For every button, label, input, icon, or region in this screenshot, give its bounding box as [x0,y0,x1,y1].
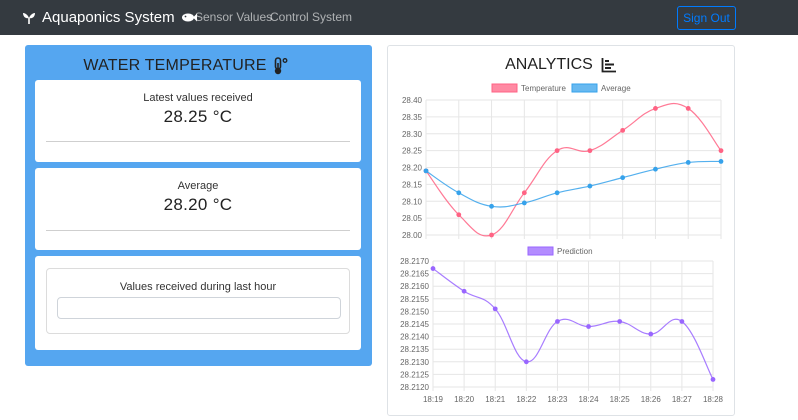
legend-label: Average [601,84,631,93]
y-tick-label: 28.40 [402,96,423,105]
last-hour-inner-card: Values received during last hour [46,268,350,334]
y-tick-label: 28.2120 [400,383,429,392]
divider [46,141,350,142]
legend-label: Temperature [521,84,566,93]
data-point [617,319,623,324]
latest-value-card: Latest values received 28.25 °C [35,80,361,162]
x-tick-label: 18:22 [516,395,537,404]
x-tick-label: 18:21 [485,395,506,404]
y-tick-label: 28.15 [402,180,423,189]
data-point [587,183,593,189]
y-tick-label: 28.10 [402,197,423,206]
y-tick-label: 28.35 [402,113,423,122]
data-point [489,203,494,209]
navbar: Aquaponics System Sensor Values Control … [0,0,798,35]
y-tick-label: 28.2135 [400,345,429,354]
last-hour-label: Values received during last hour [119,281,277,293]
analytics-title-text: ANALYTICS [505,56,593,73]
series-line [425,102,722,237]
x-tick-label: 18:23 [547,395,568,404]
y-tick-label: 28.30 [402,130,423,139]
data-point [555,319,560,324]
data-point [456,190,462,196]
sign-out-button[interactable]: Sign Out [677,6,736,30]
data-point [718,148,724,154]
data-point [554,148,560,154]
y-tick-label: 28.00 [402,231,423,240]
data-point [423,168,429,174]
data-point [685,160,691,165]
data-point [521,190,527,196]
data-point [461,288,467,294]
y-tick-label: 28.2150 [400,307,429,316]
legend-swatch [491,83,518,93]
data-point [710,377,716,382]
average-label: Average [177,180,219,192]
nav-link-sensor-values[interactable]: Sensor Values [195,0,272,35]
legend-swatch [571,83,598,93]
x-tick-label: 18:24 [579,395,600,404]
nav-link-control-system[interactable]: Control System [270,0,352,35]
y-tick-label: 28.25 [402,147,423,156]
data-point [521,200,527,206]
data-point [620,127,626,133]
legend-swatch [527,246,554,256]
y-tick-label: 28.2170 [400,257,429,266]
y-tick-label: 28.05 [402,214,423,223]
data-point [554,190,560,196]
brand[interactable]: Aquaponics System [22,0,203,35]
y-tick-label: 28.2125 [400,370,429,379]
divider [46,230,350,231]
thermometer-icon [274,57,288,75]
y-tick-label: 28.2130 [400,358,429,367]
data-point [430,266,436,271]
data-point [679,319,685,324]
legend-label: Prediction [557,247,593,256]
y-tick-label: 28.2160 [400,282,429,291]
temperature-average-chart: Temperature Average 28.40 28.35 28.30 28.25 28… [402,83,724,240]
prediction-chart: Prediction 28.2170 28.2165 28.2160 28.2155 28… [400,246,724,404]
y-tick-label: 28.2165 [400,270,429,279]
latest-values-label: Latest values received [143,92,253,104]
data-point [653,166,658,172]
last-hour-progress-bar [57,297,341,319]
average-value: 28.20 °C [163,195,233,214]
data-point [685,106,691,111]
y-tick-label: 28.2145 [400,320,429,329]
data-point [523,359,529,365]
y-tick-label: 28.20 [402,164,423,173]
average-card: Average 28.20 °C [35,168,361,250]
data-point [620,175,626,181]
x-tick-label: 18:27 [672,395,693,404]
data-point [586,324,591,329]
brand-title: Aquaponics System [42,9,175,26]
x-tick-label: 18:25 [610,395,631,404]
y-tick-label: 28.2155 [400,295,429,304]
data-point [653,106,658,111]
data-point [492,306,498,312]
data-point [718,159,724,164]
x-tick-label: 18:19 [423,395,444,404]
bar-chart-icon [601,58,616,73]
latest-value: 28.25 °C [163,107,233,126]
data-point [456,212,462,218]
x-tick-label: 18:26 [641,395,662,404]
data-point [489,232,494,238]
seedling-icon [23,12,35,24]
analytics-title: ANALYTICS [387,56,735,74]
water-temperature-title: WATER TEMPERATURE [0,56,372,76]
x-tick-label: 18:20 [454,395,475,404]
x-tick-label: 18:28 [703,395,724,404]
water-temperature-title-text: WATER TEMPERATURE [83,57,267,74]
y-tick-label: 28.2140 [400,333,429,342]
data-point [648,331,654,337]
data-point [587,148,593,154]
